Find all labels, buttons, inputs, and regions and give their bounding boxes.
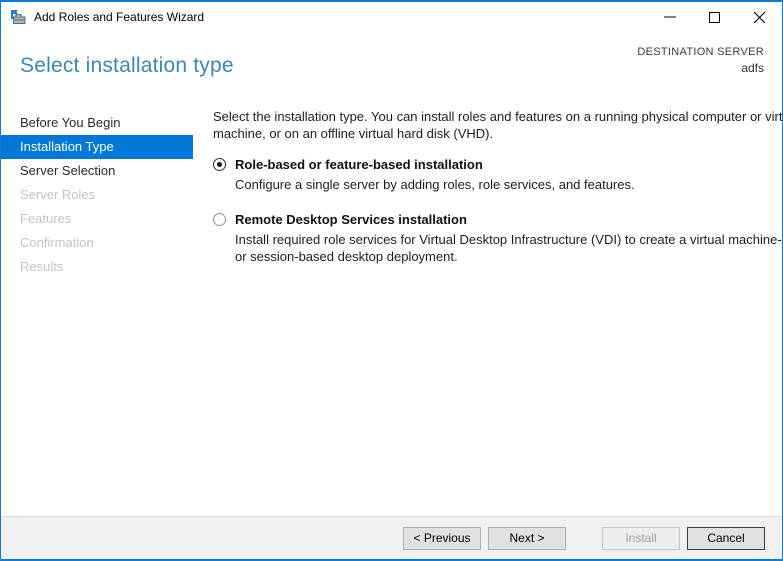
- radio-remote-desktop-unselected[interactable]: [213, 213, 226, 226]
- sidebar-item-confirmation: Confirmation: [1, 231, 193, 255]
- install-button: Install: [602, 527, 680, 550]
- option-role-based-head[interactable]: Role-based or feature-based installation: [213, 157, 783, 172]
- destination-server-name: adfs: [637, 61, 764, 75]
- next-button[interactable]: Next >: [488, 527, 566, 550]
- caption-buttons: [647, 2, 782, 32]
- cancel-button[interactable]: Cancel: [687, 527, 765, 550]
- sidebar-item-features: Features: [1, 207, 193, 231]
- page-title: Select installation type: [20, 54, 234, 78]
- wizard-footer: < Previous Next > Install Cancel: [1, 516, 782, 559]
- option-role-based-description: Configure a single server by adding role…: [235, 176, 783, 193]
- option-role-based: Role-based or feature-based installation…: [213, 157, 783, 193]
- option-remote-desktop-label[interactable]: Remote Desktop Services installation: [235, 212, 467, 227]
- destination-server-label: DESTINATION SERVER: [637, 46, 764, 58]
- previous-button[interactable]: < Previous: [403, 527, 481, 550]
- sidebar-item-before-you-begin[interactable]: Before You Begin: [1, 111, 193, 135]
- intro-line: Select the installation type. You can in…: [213, 108, 783, 125]
- option-role-based-label[interactable]: Role-based or feature-based installation: [235, 157, 483, 172]
- desc-line: Configure a single server by adding role…: [235, 176, 783, 193]
- option-remote-desktop-head[interactable]: Remote Desktop Services installation: [213, 212, 783, 227]
- wizard-body: Before You Begin Installation Type Serve…: [1, 97, 782, 516]
- desc-line: Install required role services for Virtu…: [235, 231, 783, 248]
- server-manager-toolbox-icon: [10, 9, 26, 25]
- intro-line: machine, or on an offline virtual hard d…: [213, 125, 783, 142]
- desc-line: or session-based desktop deployment.: [235, 248, 783, 265]
- option-remote-desktop-description: Install required role services for Virtu…: [235, 231, 783, 265]
- close-icon[interactable]: [737, 2, 782, 32]
- maximize-icon[interactable]: [692, 2, 737, 32]
- wizard-steps-sidebar: Before You Begin Installation Type Serve…: [1, 97, 193, 516]
- sidebar-item-installation-type[interactable]: Installation Type: [1, 135, 193, 159]
- option-remote-desktop: Remote Desktop Services installation Ins…: [213, 212, 783, 265]
- main-content: Select the installation type. You can in…: [193, 97, 783, 516]
- title-bar[interactable]: Add Roles and Features Wizard: [1, 2, 782, 32]
- window-title: Add Roles and Features Wizard: [34, 10, 204, 24]
- intro-text: Select the installation type. You can in…: [213, 108, 783, 142]
- sidebar-item-server-selection[interactable]: Server Selection: [1, 159, 193, 183]
- destination-server-block: DESTINATION SERVER adfs: [637, 46, 764, 75]
- sidebar-item-server-roles: Server Roles: [1, 183, 193, 207]
- radio-role-based-selected[interactable]: [213, 158, 226, 171]
- wizard-window: Add Roles and Features Wizard Select ins…: [0, 0, 783, 561]
- minimize-icon[interactable]: [647, 2, 692, 32]
- page-header: Select installation type DESTINATION SER…: [1, 32, 782, 97]
- sidebar-item-results: Results: [1, 255, 193, 279]
